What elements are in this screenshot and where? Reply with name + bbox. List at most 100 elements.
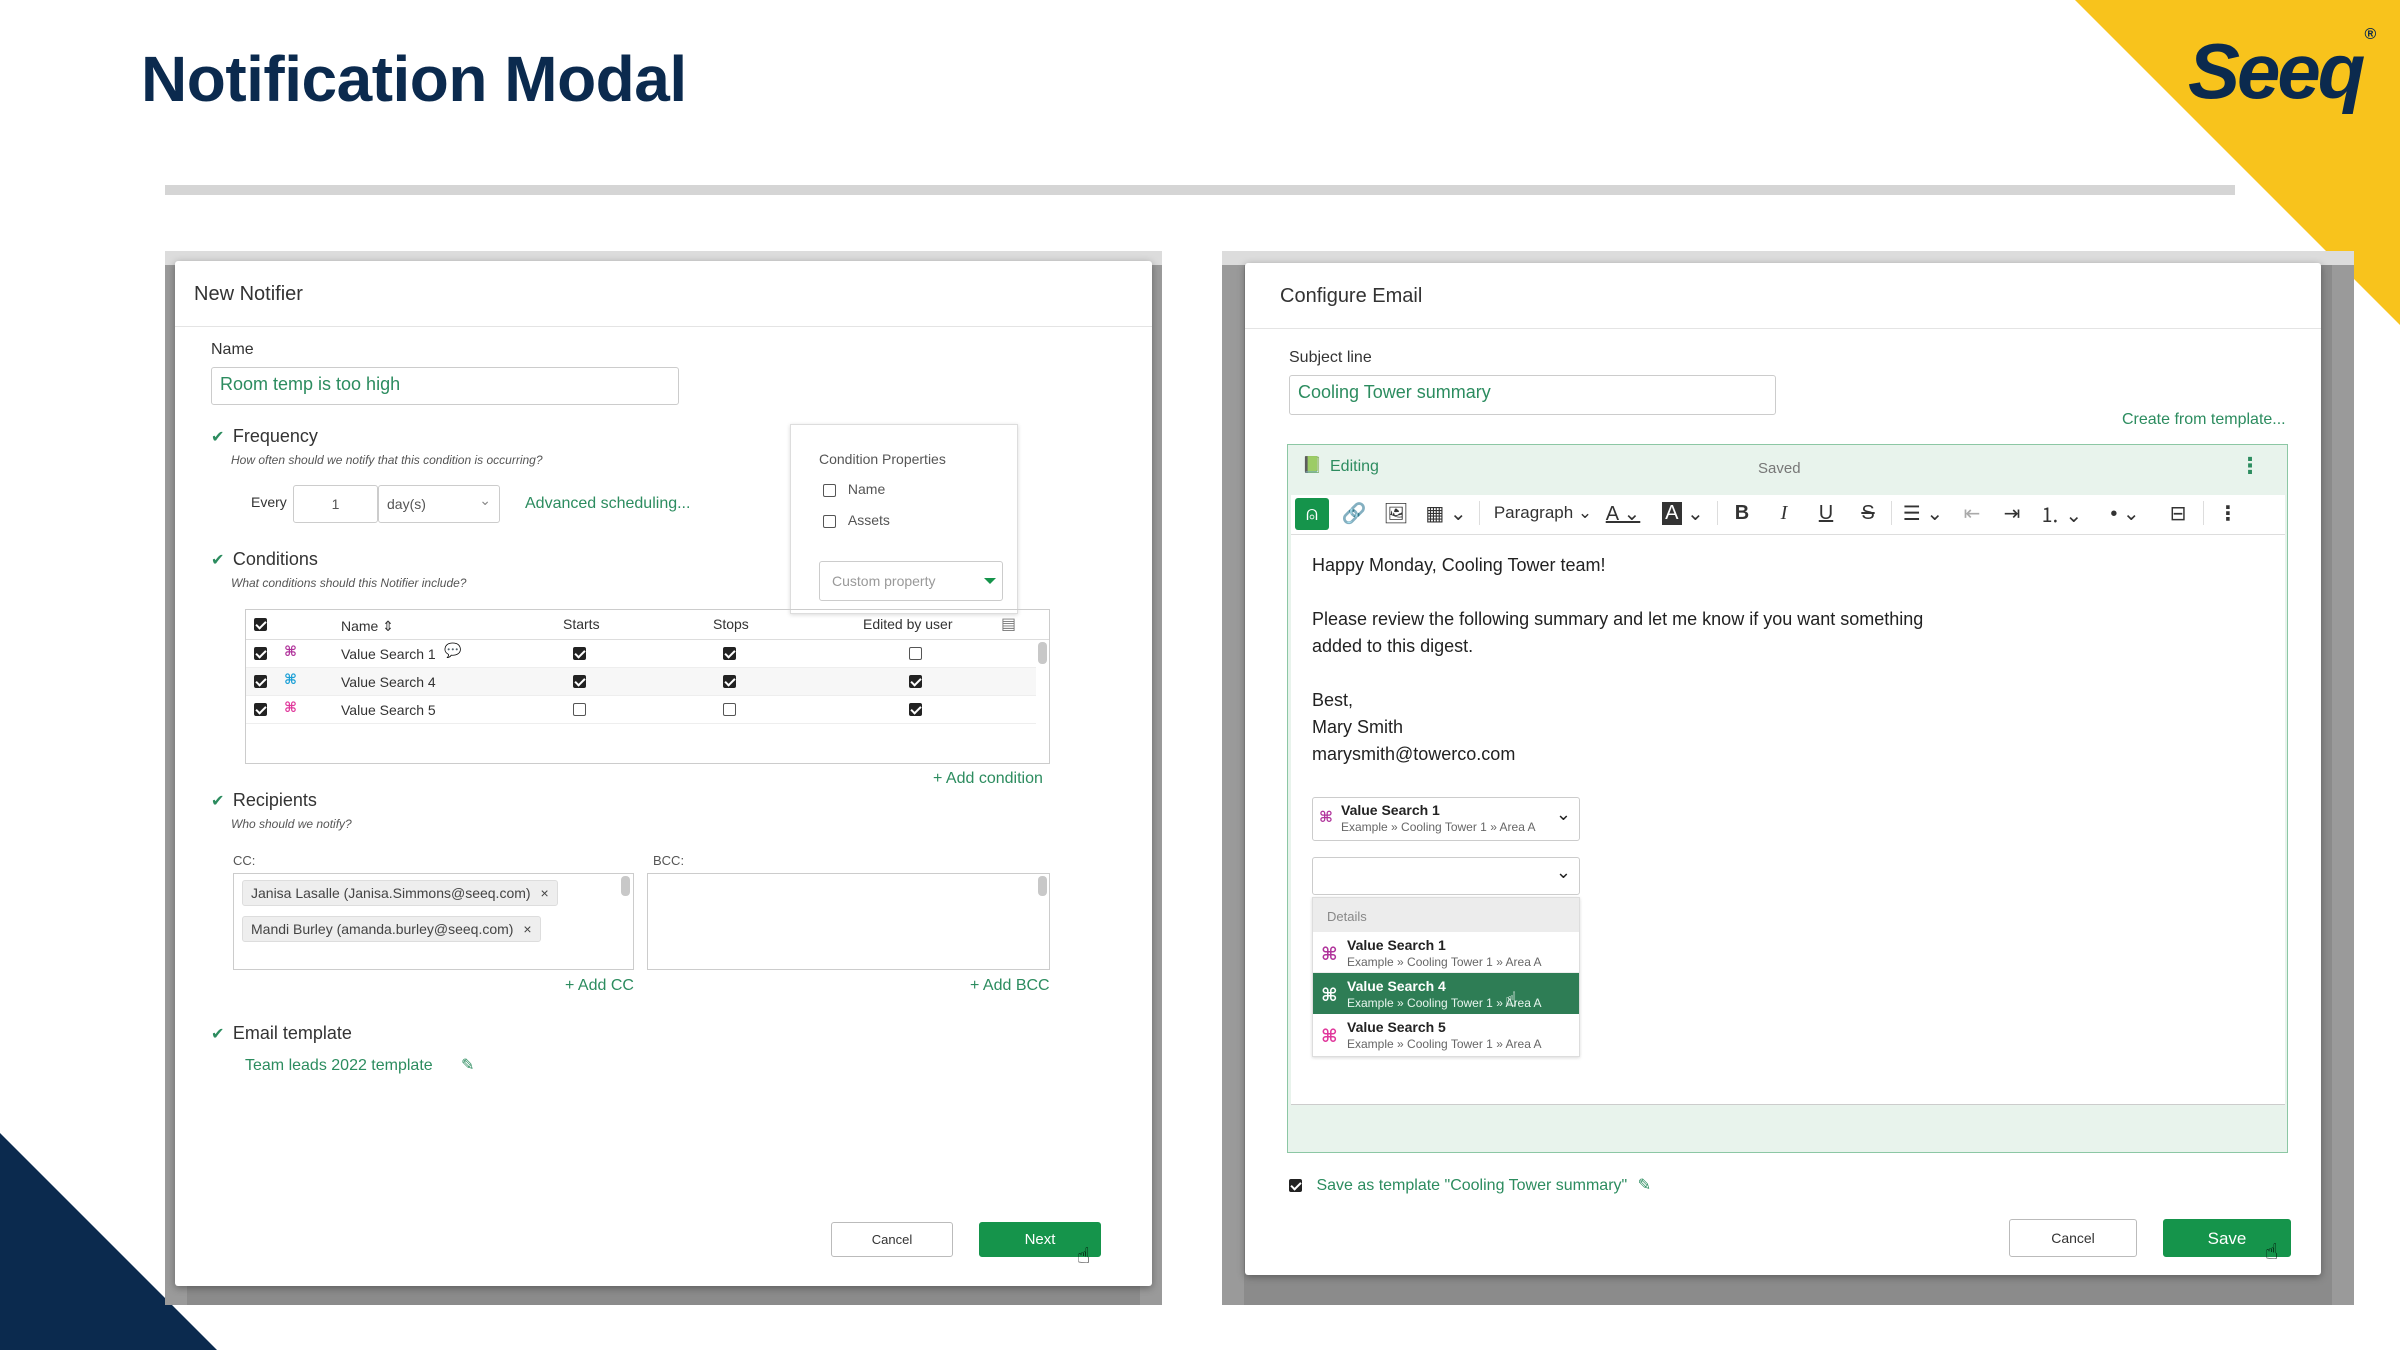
row-checkbox[interactable]	[254, 647, 267, 660]
cancel-button[interactable]: Cancel	[831, 1222, 953, 1257]
row-name: Value Search 5	[341, 702, 436, 718]
row-checkbox[interactable]	[254, 703, 267, 716]
email-template-link[interactable]: Team leads 2022 template	[245, 1057, 433, 1075]
paragraph-select[interactable]: Paragraph ⌄	[1489, 495, 1597, 531]
table-settings-icon[interactable]: ▤	[1001, 614, 1016, 634]
table-row[interactable]: ⌘ Value Search 4	[246, 668, 1036, 696]
column-starts: Starts	[563, 616, 600, 632]
stops-checkbox[interactable]	[723, 647, 736, 660]
remove-icon[interactable]: ×	[523, 921, 531, 937]
recipients-title: Recipients	[232, 790, 317, 810]
subject-input[interactable]: Cooling Tower summary	[1289, 375, 1776, 415]
row-name: Value Search 4	[341, 674, 436, 690]
comment-icon[interactable]: 💬	[444, 642, 461, 659]
stops-checkbox[interactable]	[723, 675, 736, 688]
cc-scrollbar[interactable]	[621, 876, 630, 896]
seeq-insert-icon[interactable]: ⍝	[1295, 498, 1329, 530]
new-notifier-modal: New Notifier Name Room temp is too high …	[175, 261, 1152, 1286]
value-search-icon: ⌘	[284, 699, 297, 715]
underline-icon[interactable]: U	[1811, 495, 1841, 531]
dropdown-section-header: Details	[1313, 898, 1579, 932]
indent-icon[interactable]: ⇥	[1997, 495, 2027, 531]
bcc-scrollbar[interactable]	[1038, 876, 1047, 896]
add-condition-link[interactable]: + Add condition	[933, 770, 1043, 788]
name-input[interactable]: Room temp is too high	[211, 367, 679, 405]
recipient-tag[interactable]: Janisa Lasalle (Janisa.Simmons@seeq.com)…	[242, 880, 558, 906]
pointer-cursor-icon: ☝	[2265, 1239, 2279, 1264]
column-name[interactable]: Name ⇕	[341, 618, 394, 635]
recipient-tag[interactable]: Mandi Burley (amanda.burley@seeq.com) ×	[242, 916, 541, 942]
more-options-icon[interactable]: ⋮	[2213, 495, 2243, 531]
image-icon[interactable]: 🖼	[1381, 495, 1411, 531]
checkbox[interactable]	[823, 483, 836, 497]
value-search-icon: ⌘	[1321, 985, 1338, 1005]
cc-label: CC:	[233, 853, 256, 868]
add-cc-link[interactable]: + Add CC	[565, 977, 634, 995]
property-name-option[interactable]: Name	[823, 481, 885, 497]
editor-toolbar: ⍝ 🔗 🖼 ▦ ⌄ Paragraph ⌄ A ⌄ A ⌄ B I U S ☰ …	[1291, 495, 2285, 535]
check-icon: ✔	[211, 793, 225, 810]
edited-checkbox[interactable]	[909, 675, 922, 688]
save-as-template-option[interactable]: Save as template "Cooling Tower summary"…	[1289, 1175, 1651, 1195]
highlight-color-icon[interactable]: A ⌄	[1661, 495, 1705, 531]
conditions-table: Name ⇕ Starts Stops Edited by user ▤ ⌘ V…	[245, 609, 1050, 764]
option-label: Name	[847, 481, 886, 497]
starts-checkbox[interactable]	[573, 703, 586, 716]
numbered-list-icon[interactable]: ⒈ ⌄	[2035, 495, 2087, 531]
bold-icon[interactable]: B	[1727, 495, 1757, 531]
advanced-scheduling-link[interactable]: Advanced scheduling...	[525, 495, 690, 513]
condition-properties-popover: Condition Properties Name Assets Custom …	[790, 424, 1018, 614]
table-scrollbar[interactable]	[1038, 642, 1047, 664]
outdent-icon[interactable]: ⇤	[1957, 495, 1987, 531]
edited-checkbox[interactable]	[909, 703, 922, 716]
stops-checkbox[interactable]	[723, 703, 736, 716]
checkbox[interactable]	[823, 514, 836, 528]
row-checkbox[interactable]	[254, 675, 267, 688]
page-break-icon[interactable]: ⊟	[2161, 495, 2195, 531]
custom-property-select[interactable]: Custom property	[819, 561, 1003, 601]
bcc-field[interactable]	[647, 873, 1050, 970]
add-bcc-link[interactable]: + Add BCC	[970, 977, 1050, 995]
align-icon[interactable]: ☰ ⌄	[1899, 495, 1947, 531]
editor-content[interactable]: Happy Monday, Cooling Tower team! Please…	[1291, 535, 2285, 1105]
frequency-section: ✔ Frequency	[211, 426, 318, 447]
pencil-icon[interactable]: ✎	[461, 1055, 474, 1075]
cc-field[interactable]: Janisa Lasalle (Janisa.Simmons@seeq.com)…	[233, 873, 634, 970]
more-vertical-icon[interactable]: ⋮	[2239, 453, 2261, 479]
table-icon[interactable]: ▦ ⌄	[1423, 495, 1469, 531]
column-stops: Stops	[713, 616, 749, 632]
right-screenshot: Configure Email Subject line Cooling Tow…	[1222, 251, 2354, 1305]
item-dropdown-select[interactable]: ⌄	[1312, 857, 1580, 895]
unit-select[interactable]: day(s) ⌄	[378, 485, 500, 523]
value-search-icon: ⌘	[1321, 1026, 1338, 1046]
cancel-button[interactable]: Cancel	[2009, 1219, 2137, 1257]
link-icon[interactable]: 🔗	[1339, 495, 1369, 531]
pencil-icon[interactable]: ✎	[1638, 1177, 1651, 1194]
dropdown-option-highlighted[interactable]: ⌘ Value Search 4 Example » Cooling Tower…	[1313, 973, 1579, 1014]
background-strip	[1222, 265, 1244, 1305]
property-assets-option[interactable]: Assets	[823, 512, 890, 528]
starts-checkbox[interactable]	[573, 647, 586, 660]
italic-icon[interactable]: I	[1769, 495, 1799, 531]
save-template-checkbox[interactable]	[1289, 1179, 1302, 1193]
item-select[interactable]: ⌘ Value Search 1 Example » Cooling Tower…	[1312, 797, 1580, 841]
caret-down-icon	[984, 578, 996, 584]
strikethrough-icon[interactable]: S	[1853, 495, 1883, 531]
create-from-template-link[interactable]: Create from template...	[2122, 411, 2286, 429]
editing-label: Editing	[1330, 458, 1379, 475]
dropdown-option[interactable]: ⌘ Value Search 1 Example » Cooling Tower…	[1313, 932, 1579, 973]
value-search-icon: ⌘	[284, 671, 297, 687]
dropdown-option[interactable]: ⌘ Value Search 5 Example » Cooling Tower…	[1313, 1014, 1579, 1055]
select-all-checkbox[interactable]	[254, 618, 267, 631]
edited-checkbox[interactable]	[909, 647, 922, 660]
font-color-icon[interactable]: A ⌄	[1601, 495, 1645, 531]
check-icon: ✔	[211, 552, 225, 569]
table-row[interactable]: ⌘ Value Search 5	[246, 696, 1036, 724]
every-input[interactable]: 1	[293, 485, 378, 523]
left-screenshot: New Notifier Name Room temp is too high …	[165, 251, 1162, 1305]
remove-icon[interactable]: ×	[540, 885, 548, 901]
bullet-list-icon[interactable]: • ⌄	[2099, 495, 2151, 531]
starts-checkbox[interactable]	[573, 675, 586, 688]
table-row[interactable]: ⌘ Value Search 1 💬	[246, 640, 1036, 668]
value-search-icon: ⌘	[1319, 809, 1333, 826]
